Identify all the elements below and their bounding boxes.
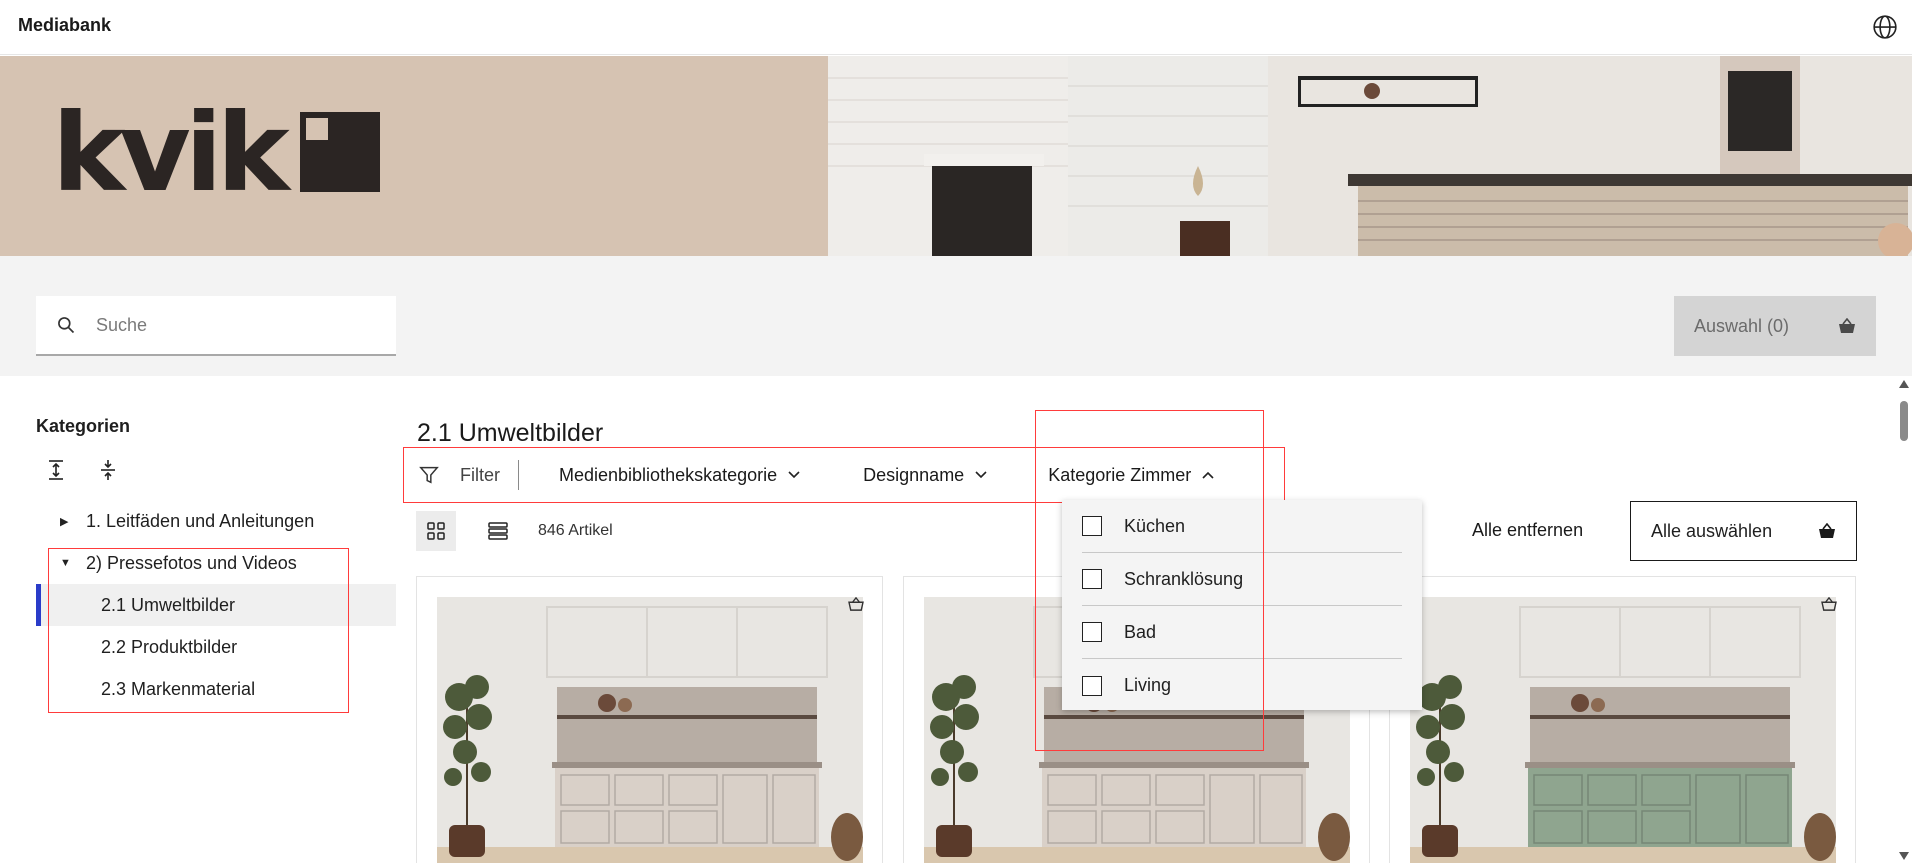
chevron-down-icon bbox=[788, 471, 800, 479]
category-tree: ▶ 1. Leitfäden und Anleitungen ▼ 2) Pres… bbox=[36, 500, 396, 710]
categories-title: Kategorien bbox=[36, 416, 131, 436]
caret-down-icon[interactable]: ▼ bbox=[60, 557, 72, 569]
view-bar: 846 Artikel bbox=[416, 511, 613, 551]
divider bbox=[518, 460, 519, 490]
search-field[interactable] bbox=[36, 296, 396, 356]
selection-label: Auswahl (0) bbox=[1694, 315, 1790, 336]
kitchen-photo bbox=[1410, 597, 1836, 863]
svg-text:kvik: kvik bbox=[52, 108, 293, 198]
list-view-button[interactable] bbox=[478, 511, 518, 551]
option-bad[interactable]: Bad bbox=[1082, 606, 1402, 659]
dropdown-label: Designname bbox=[863, 464, 965, 485]
dropdown-label: Medienbibliothekskategorie bbox=[559, 464, 778, 485]
kitchen-banner-image bbox=[828, 56, 1912, 256]
add-to-selection-icon[interactable] bbox=[1821, 597, 1837, 611]
filter-label[interactable]: Filter bbox=[460, 465, 500, 486]
option-label: Schranklösung bbox=[1124, 568, 1244, 589]
globe-icon[interactable] bbox=[1872, 14, 1898, 40]
search-input[interactable] bbox=[96, 314, 376, 336]
app-title: Mediabank bbox=[18, 15, 112, 35]
caret-right-icon[interactable]: ▶ bbox=[60, 515, 72, 528]
list-icon bbox=[488, 522, 508, 540]
option-label: Bad bbox=[1124, 621, 1157, 642]
checkbox[interactable] bbox=[1082, 675, 1102, 696]
tree-item-produktbilder[interactable]: 2.2 Produktbilder bbox=[36, 626, 396, 668]
hero-banner: kvik bbox=[0, 56, 1912, 256]
asset-card[interactable] bbox=[1389, 576, 1856, 863]
tree-tools bbox=[44, 458, 120, 482]
dropdown-medienbibliothekskategorie[interactable]: Medienbibliothekskategorie bbox=[559, 465, 801, 486]
select-all-button[interactable]: Alle auswählen bbox=[1630, 501, 1857, 561]
select-all-label: Alle auswählen bbox=[1651, 520, 1773, 541]
kvik-logo: kvik bbox=[52, 108, 380, 198]
grid-icon bbox=[427, 522, 445, 540]
filter-bar: Filter Medienbibliothekskategorie Design… bbox=[404, 448, 1215, 502]
option-label: Living bbox=[1124, 675, 1172, 695]
tree-item-label: 2.2 Produktbilder bbox=[101, 636, 238, 657]
selection-button[interactable]: Auswahl (0) bbox=[1674, 296, 1876, 356]
collapse-all-icon[interactable] bbox=[96, 458, 120, 482]
chevron-down-icon bbox=[975, 471, 987, 479]
top-bar: Mediabank bbox=[0, 0, 1912, 55]
basket-icon bbox=[1839, 318, 1855, 333]
kitchen-photo bbox=[437, 597, 863, 863]
option-schrankloesung[interactable]: Schranklösung bbox=[1082, 553, 1402, 606]
expand-all-icon[interactable] bbox=[44, 458, 68, 482]
add-to-selection-icon[interactable] bbox=[848, 597, 864, 611]
tree-item-label: 1. Leitfäden und Anleitungen bbox=[86, 510, 315, 531]
tree-item-leitfaeden[interactable]: ▶ 1. Leitfäden und Anleitungen bbox=[36, 500, 396, 542]
grid-view-button[interactable] bbox=[416, 511, 456, 551]
search-icon bbox=[58, 317, 75, 334]
remove-all-button[interactable]: Alle entfernen bbox=[1472, 520, 1583, 541]
checkbox[interactable] bbox=[1082, 622, 1102, 642]
tree-item-label: 2) Pressefotos und Videos bbox=[86, 552, 297, 573]
asset-card[interactable] bbox=[416, 576, 883, 863]
tree-item-label: 2.1 Umweltbilder bbox=[101, 594, 236, 615]
tree-item-label: 2.3 Markenmaterial bbox=[101, 678, 256, 699]
item-count: 846 Artikel bbox=[538, 522, 613, 539]
checkbox[interactable] bbox=[1082, 569, 1102, 589]
option-living[interactable]: Living bbox=[1082, 659, 1402, 712]
option-label: Küchen bbox=[1124, 515, 1186, 536]
dropdown-kategorie-zimmer[interactable]: Kategorie Zimmer bbox=[1048, 465, 1215, 486]
vertical-scrollbar[interactable] bbox=[1896, 376, 1912, 863]
page-title: 2.1 Umweltbilder bbox=[417, 419, 604, 447]
dropdown-label: Kategorie Zimmer bbox=[1048, 464, 1192, 485]
checkbox[interactable] bbox=[1082, 516, 1102, 536]
dropdown-designname[interactable]: Designname bbox=[863, 465, 988, 486]
tree-item-pressefotos[interactable]: ▼ 2) Pressefotos und Videos bbox=[36, 542, 396, 584]
tree-item-markenmaterial[interactable]: 2.3 Markenmaterial bbox=[36, 668, 396, 710]
option-kuechen[interactable]: Küchen bbox=[1082, 500, 1402, 553]
chevron-up-icon bbox=[1202, 471, 1214, 479]
filter-icon bbox=[419, 466, 439, 484]
tree-item-umweltbilder[interactable]: 2.1 Umweltbilder bbox=[36, 584, 396, 626]
kategorie-zimmer-dropdown: Küchen Schranklösung Bad Living bbox=[1062, 500, 1422, 710]
basket-icon bbox=[1819, 523, 1835, 538]
